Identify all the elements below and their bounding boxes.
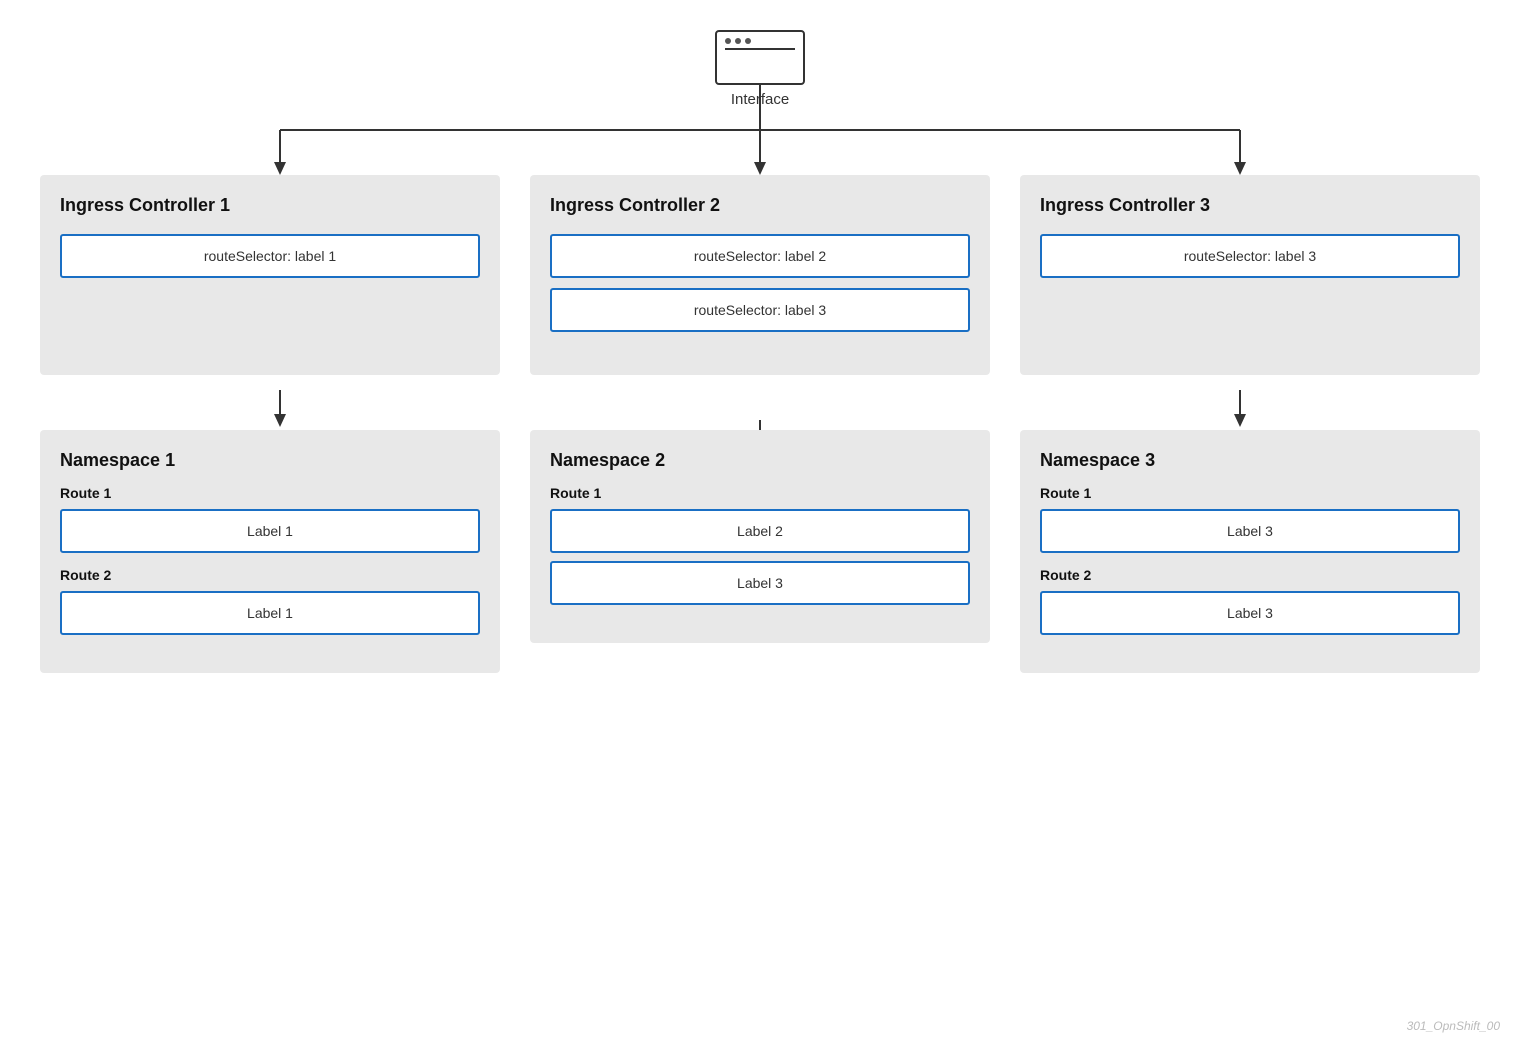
route-section-3-1: Route 1 Label 3	[1040, 485, 1460, 553]
route-section-1-1: Route 1 Label 1	[60, 485, 480, 553]
route-selector-1-1: routeSelector: label 1	[60, 234, 480, 278]
namespace-panel-3: Namespace 3 Route 1 Label 3 Route 2 Labe…	[1020, 430, 1480, 673]
column-1: Ingress Controller 1 routeSelector: labe…	[40, 175, 500, 673]
ingress-panel-3: Ingress Controller 3 routeSelector: labe…	[1020, 175, 1480, 375]
namespace-title-1: Namespace 1	[60, 450, 480, 471]
arrow-3	[1020, 375, 1480, 430]
interface-box-line	[725, 48, 795, 50]
arrow-1	[40, 375, 500, 430]
ingress-panel-2: Ingress Controller 2 routeSelector: labe…	[530, 175, 990, 375]
route-selector-2-2: routeSelector: label 3	[550, 288, 970, 332]
namespace-title-2: Namespace 2	[550, 450, 970, 471]
label-box-1-1-1: Label 1	[60, 509, 480, 553]
interface-box	[715, 30, 805, 85]
route-selector-2-1: routeSelector: label 2	[550, 234, 970, 278]
route-label-3-1: Route 1	[1040, 485, 1460, 501]
route-section-2-1: Route 1 Label 2 Label 3	[550, 485, 970, 605]
column-2: Ingress Controller 2 routeSelector: labe…	[530, 175, 990, 673]
route-section-1-2: Route 2 Label 1	[60, 567, 480, 635]
namespace-title-3: Namespace 3	[1040, 450, 1460, 471]
label-box-3-1-1: Label 3	[1040, 509, 1460, 553]
route-label-1-1: Route 1	[60, 485, 480, 501]
ingress-title-3: Ingress Controller 3	[1040, 195, 1460, 216]
column-3: Ingress Controller 3 routeSelector: labe…	[1020, 175, 1480, 673]
route-section-3-2: Route 2 Label 3	[1040, 567, 1460, 635]
route-label-3-2: Route 2	[1040, 567, 1460, 583]
interface-label: Interface	[731, 91, 789, 108]
columns-row: Ingress Controller 1 routeSelector: labe…	[40, 175, 1480, 673]
namespace-panel-1: Namespace 1 Route 1 Label 1 Route 2 Labe…	[40, 430, 500, 673]
interface-box-dots	[725, 38, 751, 44]
namespace-panel-2: Namespace 2 Route 1 Label 2 Label 3	[530, 430, 990, 643]
label-box-2-1-1: Label 2	[550, 509, 970, 553]
route-label-1-2: Route 2	[60, 567, 480, 583]
ingress-title-1: Ingress Controller 1	[60, 195, 480, 216]
route-label-2-1: Route 1	[550, 485, 970, 501]
route-selector-3-1: routeSelector: label 3	[1040, 234, 1460, 278]
interface-node: Interface	[715, 30, 805, 108]
watermark: 301_OpnShift_00	[1407, 1019, 1500, 1033]
label-box-2-1-2: Label 3	[550, 561, 970, 605]
label-box-3-2-1: Label 3	[1040, 591, 1460, 635]
diagram-container: Interface	[0, 0, 1520, 1045]
arrow-2	[530, 375, 990, 430]
ingress-panel-1: Ingress Controller 1 routeSelector: labe…	[40, 175, 500, 375]
ingress-title-2: Ingress Controller 2	[550, 195, 970, 216]
label-box-1-2-1: Label 1	[60, 591, 480, 635]
